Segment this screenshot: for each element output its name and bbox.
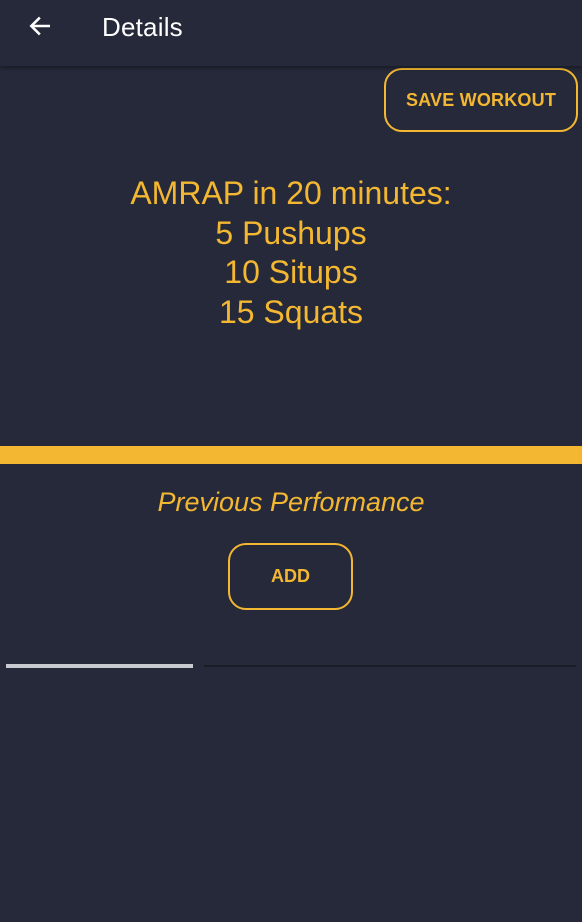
loading-indicator	[6, 664, 576, 668]
add-performance-button[interactable]: ADD	[228, 543, 353, 610]
previous-performance-title: Previous Performance	[157, 487, 425, 517]
back-button[interactable]	[16, 8, 64, 48]
page-title: Details	[102, 12, 183, 42]
section-divider	[0, 446, 582, 464]
workout-line: 15 Squats	[218, 293, 364, 330]
workout-line: 10 Situps	[224, 254, 358, 290]
app-bar: Details	[0, 0, 582, 66]
workout-line: AMRAP in 20 minutes:	[130, 175, 452, 211]
loading-indicator-fill	[6, 664, 193, 668]
details-screen: Details SAVE WORKOUT AMRAP in 20 minutes…	[0, 0, 582, 922]
workout-description: AMRAP in 20 minutes: 5 Pushups 10 Situps…	[0, 174, 582, 332]
arrow-left-icon	[27, 13, 53, 44]
loading-indicator-track	[204, 665, 576, 667]
save-workout-button[interactable]: SAVE WORKOUT	[384, 68, 578, 132]
workout-line: 5 Pushups	[215, 214, 367, 251]
